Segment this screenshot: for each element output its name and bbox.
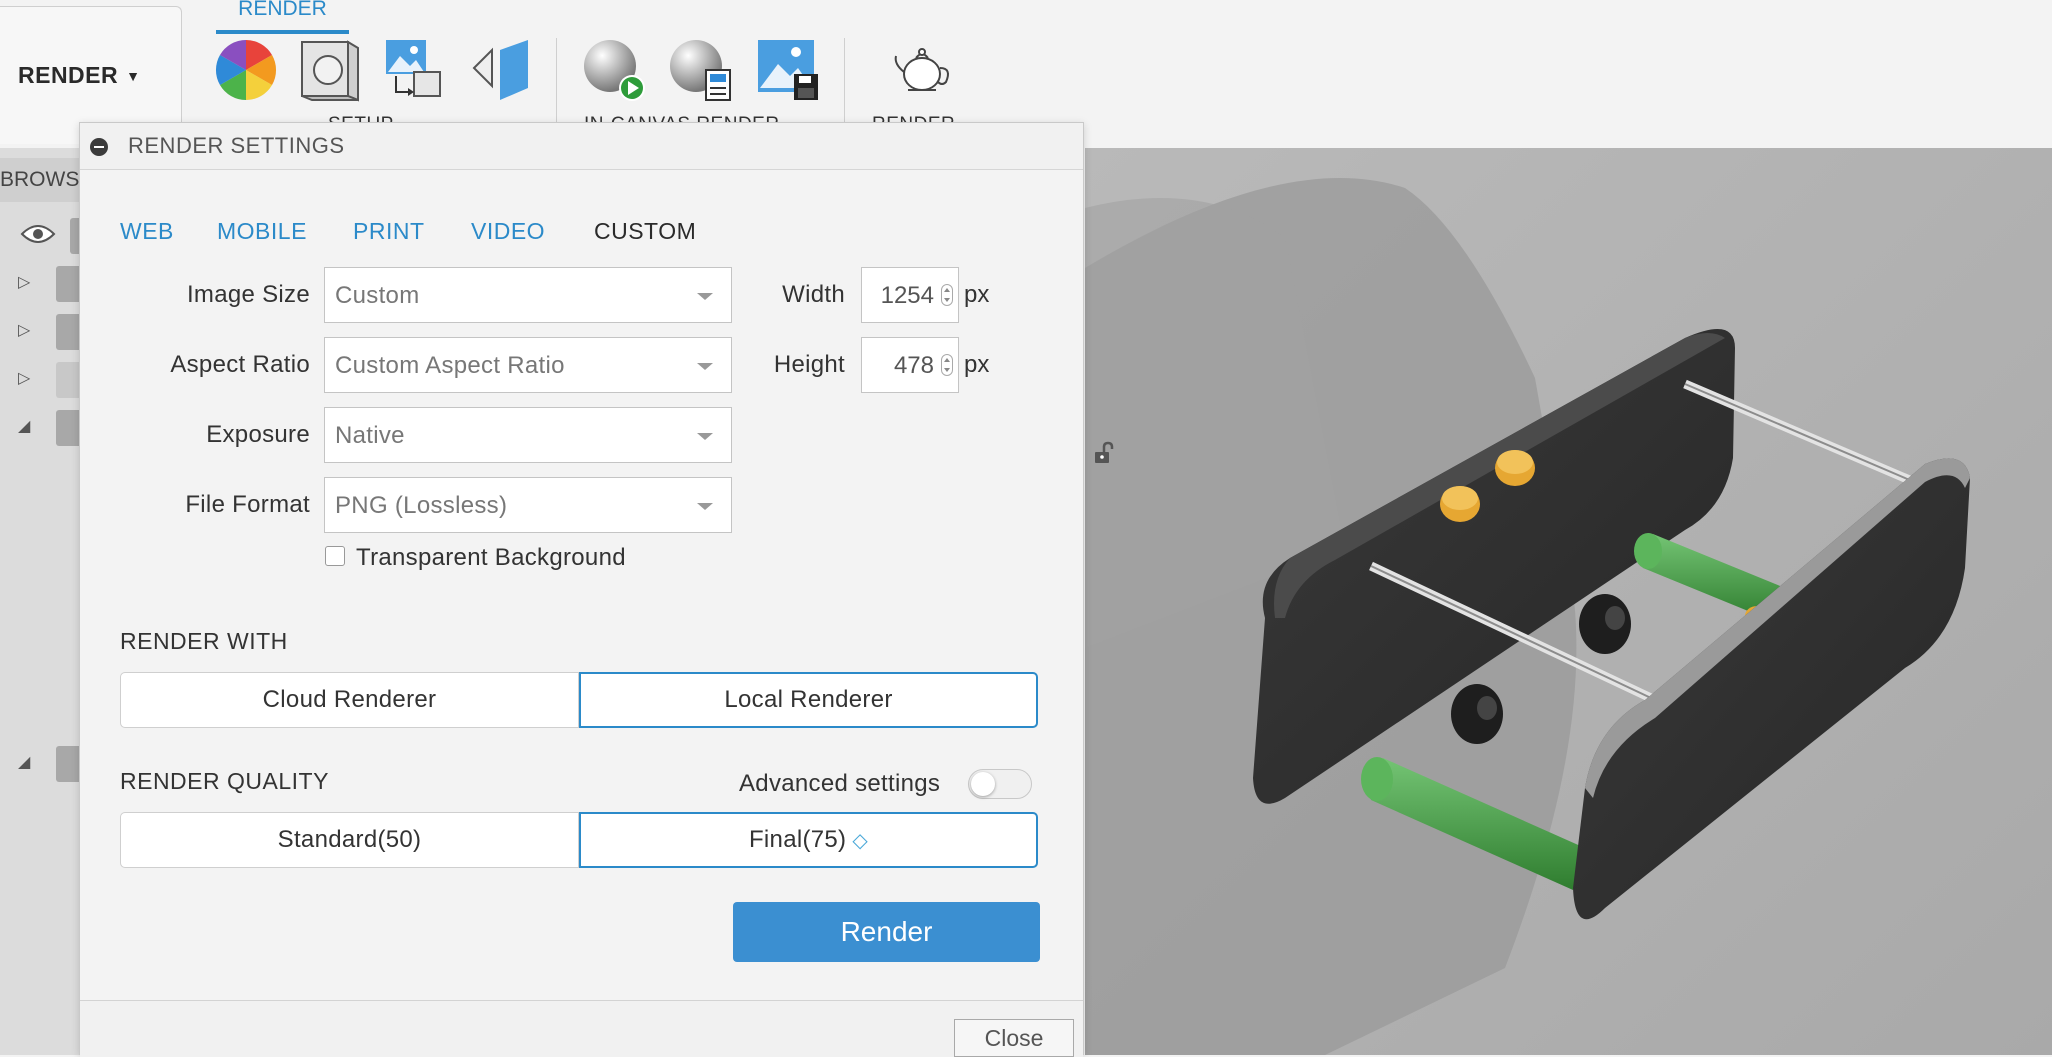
render-teapot-icon[interactable] [890,38,954,102]
expand-arrow-icon[interactable]: ▷ [18,272,30,292]
expand-arrow-icon[interactable]: ▷ [18,368,30,388]
advanced-settings-toggle[interactable] [968,769,1032,799]
render-button[interactable]: Render [733,902,1040,962]
width-label: Width [782,281,845,308]
browser-panel: ▷ ▷ ▷ ◢ ◢ [0,148,84,1055]
tab-render[interactable]: RENDER [216,0,349,34]
appearance-icon[interactable] [214,38,278,102]
viewport-canvas[interactable] [1085,148,2052,1055]
aspect-ratio-value: Custom Aspect Ratio [335,352,565,379]
preset-tab-web[interactable]: WEB [120,218,174,245]
dialog-title-bar[interactable]: RENDER SETTINGS [80,123,1083,170]
in-canvas-render-icon[interactable] [582,38,646,102]
decal-icon[interactable] [470,38,534,102]
render-quality-title: RENDER QUALITY [120,768,329,794]
image-size-label: Image Size [186,281,310,308]
capture-image-icon[interactable] [756,38,820,102]
rendered-assembly-model[interactable] [1085,148,2052,1055]
browser-row[interactable]: ◢ [0,406,84,450]
standard-quality-button[interactable]: Standard(50) [120,812,579,868]
exposure-label: Exposure [206,421,310,448]
spinner-icon[interactable] [941,354,953,376]
transparent-background-checkbox[interactable] [325,546,345,566]
image-size-select[interactable]: Custom [324,267,732,323]
preset-tab-custom[interactable]: CUSTOM [594,218,696,245]
in-canvas-settings-icon[interactable] [668,38,732,102]
preset-tab-mobile[interactable]: MOBILE [217,218,307,245]
dialog-title: RENDER SETTINGS [128,133,345,158]
image-size-value: Custom [335,282,420,309]
file-format-select[interactable]: PNG (Lossless) [324,477,732,533]
file-format-value: PNG (Lossless) [335,492,508,519]
preset-tab-video[interactable]: VIDEO [471,218,545,245]
final-quality-button[interactable]: Final(75) ◇ [579,812,1038,868]
chevron-down-icon [697,433,713,440]
chevron-down-icon [697,503,713,510]
aspect-lock-icon[interactable] [1092,441,1116,465]
aspect-ratio-label: Aspect Ratio [170,351,310,378]
dialog-footer: Close [80,1000,1083,1057]
width-unit: px [964,281,990,308]
height-label: Height [773,351,845,378]
width-input[interactable]: 1254 [861,267,959,323]
scene-settings-icon[interactable] [298,38,362,102]
cloud-renderer-button[interactable]: Cloud Renderer [120,672,579,728]
height-input[interactable]: 478 [861,337,959,393]
render-settings-dialog: RENDER SETTINGS WEB MOBILE PRINT VIDEO C… [79,122,1114,1057]
file-format-label: File Format [185,491,310,518]
transparent-background-label[interactable]: Transparent Background [356,544,626,572]
diamond-icon: ◇ [852,830,869,852]
render-with-title: RENDER WITH [120,628,288,654]
collapse-arrow-icon[interactable]: ◢ [18,752,30,772]
local-renderer-button[interactable]: Local Renderer [579,672,1038,728]
chevron-down-icon: ▼ [126,67,141,84]
advanced-settings-label: Advanced settings [739,770,941,797]
final-quality-label: Final(75) [748,826,847,853]
browser-row[interactable] [0,214,84,258]
browser-header[interactable]: BROWSER [0,158,84,202]
close-button[interactable]: Close [954,1019,1074,1057]
collapse-arrow-icon[interactable]: ◢ [18,416,30,436]
browser-row[interactable]: ◢ [0,742,84,786]
render-with-segmented-control: Cloud Renderer Local Renderer [120,672,1038,728]
browser-row[interactable]: ▷ [0,310,84,354]
height-value: 478 [893,352,934,379]
preset-tab-print[interactable]: PRINT [353,218,425,245]
eye-icon[interactable] [20,222,56,246]
render-quality-segmented-control: Standard(50) Final(75) ◇ [120,812,1038,868]
collapse-icon[interactable] [90,138,108,156]
texture-map-icon[interactable] [384,38,448,102]
width-value: 1254 [880,282,934,309]
spinner-icon[interactable] [941,284,953,306]
aspect-ratio-select[interactable]: Custom Aspect Ratio [324,337,732,393]
workspace-label: RENDER [18,62,119,88]
height-unit: px [964,351,990,378]
browser-row[interactable]: ▷ [0,358,84,402]
expand-arrow-icon[interactable]: ▷ [18,320,30,340]
exposure-value: Native [335,422,405,449]
browser-row[interactable]: ▷ [0,262,84,306]
exposure-select[interactable]: Native [324,407,732,463]
